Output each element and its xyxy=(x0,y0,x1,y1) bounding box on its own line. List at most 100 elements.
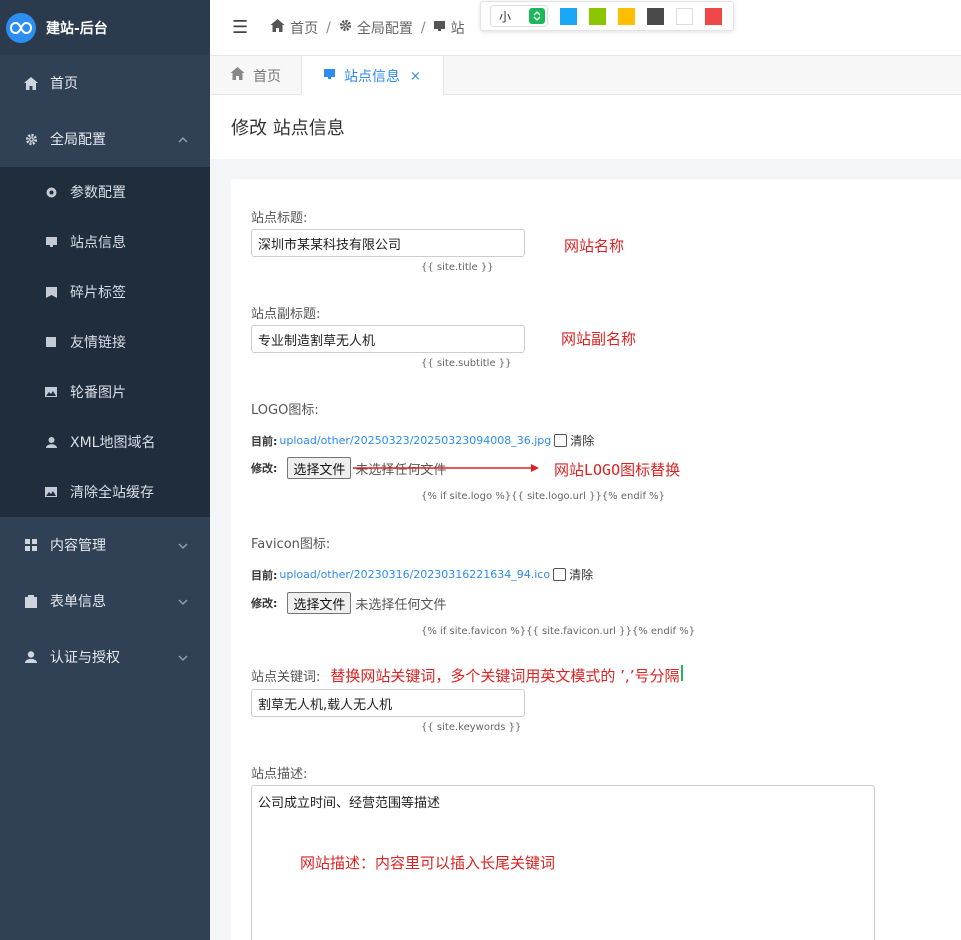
sidebar-item-label: 友情链接 xyxy=(70,335,126,351)
chevron-down-icon xyxy=(178,537,188,553)
breadcrumb: 首页 / 全局配置 / 站 xyxy=(270,18,465,38)
circle-dot-icon xyxy=(44,187,58,198)
site-keywords-input[interactable]: 割草无人机,载人无人机 xyxy=(251,689,525,717)
form-card: 站点标题: 深圳市某某科技有限公司 {{ site.title }} 网站名称 … xyxy=(231,179,961,940)
favicon-clear-checkbox[interactable] xyxy=(553,568,567,581)
breadcrumb-separator: / xyxy=(420,19,426,36)
color-swatch-red[interactable] xyxy=(705,7,722,25)
title-label: 站点标题: xyxy=(251,211,308,226)
description-annotation: 网站描述：内容里可以插入长尾关键词 xyxy=(300,854,556,872)
text-cursor xyxy=(681,665,684,681)
logo-annotation: 网站LOGO图标替换 xyxy=(554,461,681,479)
sidebar-item-label: 内容管理 xyxy=(50,538,106,554)
color-swatch-dark-gray[interactable] xyxy=(647,7,664,25)
tab-label: 站点信息 xyxy=(344,69,400,85)
sidebar-item-home[interactable]: 首页 xyxy=(0,55,210,111)
change-label: 修改: xyxy=(251,597,278,610)
logo-label: LOGO图标: xyxy=(251,403,319,418)
description-text: 公司成立时间、经营范围等描述 xyxy=(258,796,441,811)
sidebar-item-clear-cache[interactable]: 清除全站缓存 xyxy=(0,467,210,517)
sidebar-item-label: 全局配置 xyxy=(50,132,106,148)
image-icon xyxy=(44,386,58,398)
favicon-hint: {% if site.favicon %}{{ site.favicon.url… xyxy=(421,626,696,637)
breadcrumb-global[interactable]: 全局配置 xyxy=(357,18,413,38)
logo-current-row: 目前: upload/other/20250323/20250323094008… xyxy=(251,432,594,449)
user-icon xyxy=(44,436,58,448)
sidebar-item-site-info[interactable]: 站点信息 xyxy=(0,217,210,267)
favicon-label: Favicon图标: xyxy=(251,537,331,552)
site-subtitle-input[interactable]: 专业制造割草无人机 xyxy=(251,325,525,353)
gear-icon xyxy=(22,133,40,146)
favicon-choose-file-button[interactable]: 选择文件 xyxy=(287,592,352,614)
color-swatch-green[interactable] xyxy=(589,7,606,25)
favicon-change-row: 修改: 选择文件 未选择任何文件 xyxy=(251,592,446,614)
gear-icon xyxy=(339,19,352,36)
breadcrumb-current: 站 xyxy=(450,20,465,37)
logo-hint: {% if site.logo %}{{ site.logo.url }}{% … xyxy=(421,491,666,502)
keywords-annotation: 替换网站关键词，多个关键词用英文模式的 ’,’号分隔 xyxy=(330,667,680,685)
home-icon xyxy=(22,76,40,90)
sidebar-group-global[interactable]: 全局配置 参数配置 站点信息 碎片标签 友情链接 轮番图片 XML地图域名 清除… xyxy=(0,111,210,517)
square-icon xyxy=(44,336,58,348)
home-icon xyxy=(270,19,285,36)
favicon-current-row: 目前: upload/other/20230316/20230316221634… xyxy=(251,566,593,583)
sidebar-item-xml-sitemap[interactable]: XML地图域名 xyxy=(0,417,210,467)
sidebar-item-params[interactable]: 参数配置 xyxy=(0,167,210,217)
color-swatch-yellow[interactable] xyxy=(618,7,635,25)
change-label: 修改: xyxy=(251,462,278,475)
tab-site-info[interactable]: 站点信息 × xyxy=(302,56,444,96)
sidebar-item-label: 站点信息 xyxy=(70,235,126,251)
logo-file-link[interactable]: upload/other/20250323/20250323094008_36.… xyxy=(279,434,551,447)
sidebar-item-label: 认证与授权 xyxy=(50,650,120,666)
sidebar-item-label: 碎片标签 xyxy=(70,285,126,301)
sidebar-item-fragment-tags[interactable]: 碎片标签 xyxy=(0,267,210,317)
site-title-input[interactable]: 深圳市某某科技有限公司 xyxy=(251,229,525,257)
keywords-hint: {{ site.keywords }} xyxy=(421,722,522,733)
current-label: 目前: xyxy=(251,434,278,448)
chevron-up-icon xyxy=(178,131,188,147)
breadcrumb-separator: / xyxy=(326,19,331,36)
size-select[interactable]: 小 xyxy=(490,5,548,27)
sidebar-item-label: 轮番图片 xyxy=(70,385,126,401)
subtitle-hint: {{ site.subtitle }} xyxy=(421,358,512,369)
favicon-file-link[interactable]: upload/other/20230316/20230316221634_94.… xyxy=(279,568,550,581)
sidebar-group-forms[interactable]: 表单信息 xyxy=(0,573,210,629)
sidebar: 建站-后台 首页 全局配置 参数配置 站点信息 碎片标签 友情链接 轮番图片 X… xyxy=(0,0,210,940)
subtitle-label: 站点副标题: xyxy=(251,307,321,322)
sidebar-item-label: 表单信息 xyxy=(50,594,106,610)
infinity-logo-icon xyxy=(6,12,36,43)
description-label: 站点描述: xyxy=(251,767,308,782)
sidebar-group-auth[interactable]: 认证与授权 xyxy=(0,629,210,685)
grid-icon xyxy=(22,539,40,551)
tab-bar: 首页 站点信息 × xyxy=(210,56,961,96)
logo-clear-checkbox[interactable] xyxy=(554,434,568,447)
breadcrumb-home[interactable]: 首页 xyxy=(290,18,318,38)
current-label: 目前: xyxy=(251,568,278,582)
sidebar-group-content[interactable]: 内容管理 xyxy=(0,517,210,573)
user-icon xyxy=(22,651,40,663)
logo-choose-file-button[interactable]: 选择文件 xyxy=(287,457,352,479)
annotation-color-toolbar: 小 xyxy=(480,1,734,31)
sidebar-item-carousel[interactable]: 轮番图片 xyxy=(0,367,210,417)
favicon-no-file-text: 未选择任何文件 xyxy=(355,597,447,613)
tab-home[interactable]: 首页 xyxy=(210,56,302,95)
monitor-icon xyxy=(433,20,446,36)
chevron-down-icon xyxy=(178,649,188,665)
sidebar-item-label: XML地图域名 xyxy=(70,435,156,451)
color-swatch-white[interactable] xyxy=(676,7,693,25)
color-swatch-blue[interactable] xyxy=(560,7,577,25)
select-arrows-icon xyxy=(529,8,545,24)
clipboard-icon xyxy=(22,594,40,608)
keywords-label-row: 站点关键词: 替换网站关键词，多个关键词用英文模式的 ’,’号分隔 xyxy=(251,665,684,686)
brand[interactable]: 建站-后台 xyxy=(0,0,210,55)
sidebar-item-label: 参数配置 xyxy=(70,185,126,201)
size-select-value: 小 xyxy=(499,9,512,24)
sidebar-item-friend-links[interactable]: 友情链接 xyxy=(0,317,210,367)
hamburger-menu-icon[interactable]: ☰ xyxy=(232,17,248,38)
image-icon xyxy=(44,486,58,498)
clear-label: 清除 xyxy=(569,568,594,582)
page-title: 修改 站点信息 xyxy=(231,118,345,139)
title-annotation: 网站名称 xyxy=(564,237,625,255)
close-icon[interactable]: × xyxy=(410,69,421,84)
bookmark-icon xyxy=(44,286,58,298)
